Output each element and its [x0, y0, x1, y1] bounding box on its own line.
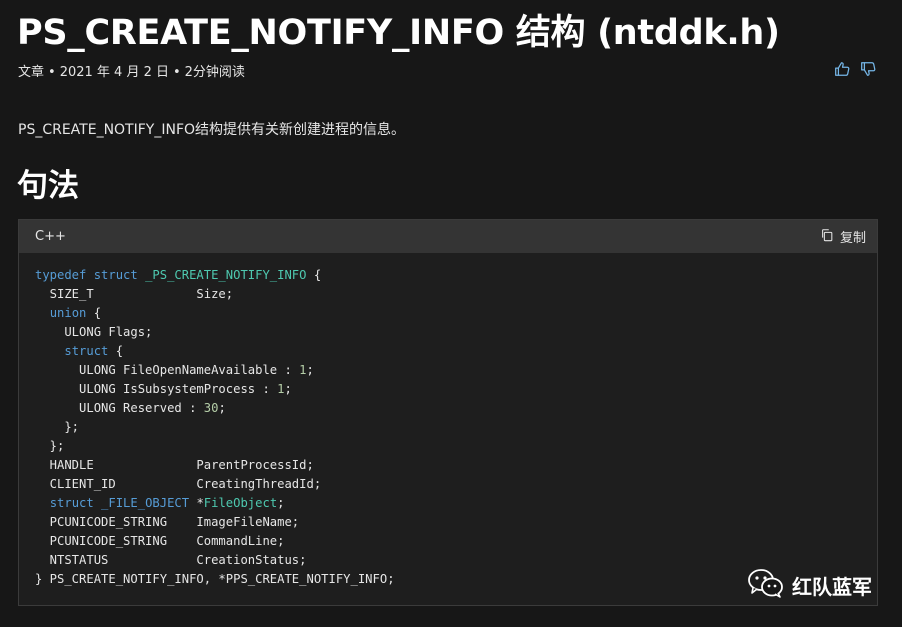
copy-button[interactable]: 复制: [820, 227, 866, 246]
code-token: ULONG IsSubsystemProcess :: [35, 382, 278, 396]
code-line: CLIENT_ID CreatingThreadId;: [35, 475, 861, 494]
code-line: };: [35, 437, 861, 456]
code-line: typedef struct _PS_CREATE_NOTIFY_INFO {: [35, 266, 861, 285]
meta-date: 2021 年 4 月 2 日: [59, 65, 169, 80]
syntax-heading: 句法: [17, 168, 79, 204]
code-token: _PS_CREATE_NOTIFY_INFO: [145, 268, 307, 282]
code-token: };: [35, 439, 65, 453]
code-line: ULONG IsSubsystemProcess : 1;: [35, 380, 861, 399]
code-line: SIZE_T Size;: [35, 285, 861, 304]
code-token: union: [49, 306, 87, 320]
code-line: PCUNICODE_STRING CommandLine;: [35, 532, 861, 551]
code-line: union {: [35, 304, 861, 323]
code-line: };: [35, 418, 861, 437]
meta-type: 文章: [18, 65, 45, 80]
code-token: ULONG FileOpenNameAvailable :: [35, 363, 300, 377]
code-content: typedef struct _PS_CREATE_NOTIFY_INFO { …: [19, 253, 877, 589]
code-line: struct _FILE_OBJECT *FileObject;: [35, 494, 861, 513]
code-line: HANDLE ParentProcessId;: [35, 456, 861, 475]
code-token: struct _FILE_OBJECT: [49, 496, 197, 510]
code-token: {: [86, 306, 102, 320]
code-line: ULONG Flags;: [35, 323, 861, 342]
code-line: ULONG Reserved : 30;: [35, 399, 861, 418]
meta-separator: •: [48, 65, 56, 80]
code-token: ;: [306, 363, 314, 377]
copy-icon: [820, 228, 834, 246]
code-token: NTSTATUS CreationStatus;: [35, 553, 307, 567]
code-token: struct: [64, 344, 109, 358]
code-token: 1: [299, 363, 307, 377]
code-token: PCUNICODE_STRING CommandLine;: [35, 534, 285, 548]
page-title: PS_CREATE_NOTIFY_INFO 结构 (ntddk.h): [17, 13, 780, 53]
code-block: C++ 复制 typedef struct _PS_CREATE_NOTIFY_…: [18, 219, 878, 606]
code-token: 30: [203, 401, 219, 415]
code-line: NTSTATUS CreationStatus;: [35, 551, 861, 570]
thumbs-down-icon[interactable]: [858, 59, 878, 79]
code-token: {: [306, 268, 322, 282]
code-token: {: [108, 344, 124, 358]
feedback-controls: [832, 59, 878, 79]
code-line: ULONG FileOpenNameAvailable : 1;: [35, 361, 861, 380]
meta-read-time: 2分钟阅读: [184, 65, 245, 80]
code-header: C++ 复制: [19, 220, 877, 253]
code-token: ;: [284, 382, 292, 396]
code-token: HANDLE ParentProcessId;: [35, 458, 314, 472]
code-line: PCUNICODE_STRING ImageFileName;: [35, 513, 861, 532]
code-token: FileObject: [203, 496, 278, 510]
code-line: } PS_CREATE_NOTIFY_INFO, *PPS_CREATE_NOT…: [35, 570, 861, 589]
thumbs-up-icon[interactable]: [832, 59, 852, 79]
description-text: PS_CREATE_NOTIFY_INFO结构提供有关新创建进程的信息。: [18, 122, 406, 138]
code-token: ;: [218, 401, 226, 415]
code-token: } PS_CREATE_NOTIFY_INFO, *PPS_CREATE_NOT…: [35, 572, 395, 586]
copy-label: 复制: [839, 231, 866, 246]
code-token: ULONG Reserved :: [35, 401, 204, 415]
code-token: };: [35, 420, 80, 434]
code-token: SIZE_T Size;: [35, 287, 234, 301]
doc-page: PS_CREATE_NOTIFY_INFO 结构 (ntddk.h) 文章 • 20…: [0, 0, 902, 627]
code-language-label: C++: [35, 229, 66, 244]
code-token: *: [196, 496, 204, 510]
code-token: ;: [277, 496, 285, 510]
article-meta: 文章 • 2021 年 4 月 2 日 • 2分钟阅读: [18, 61, 245, 80]
watermark-text: 红队蓝军: [792, 575, 872, 599]
code-token: CLIENT_ID CreatingThreadId;: [35, 477, 322, 491]
code-token: PCUNICODE_STRING ImageFileName;: [35, 515, 300, 529]
code-token: typedef struct: [35, 268, 146, 282]
meta-separator: •: [172, 65, 181, 80]
code-token: ULONG Flags;: [35, 325, 153, 339]
code-line: struct {: [35, 342, 861, 361]
watermark: 红队蓝军: [748, 568, 872, 603]
wechat-icon: [748, 568, 784, 603]
